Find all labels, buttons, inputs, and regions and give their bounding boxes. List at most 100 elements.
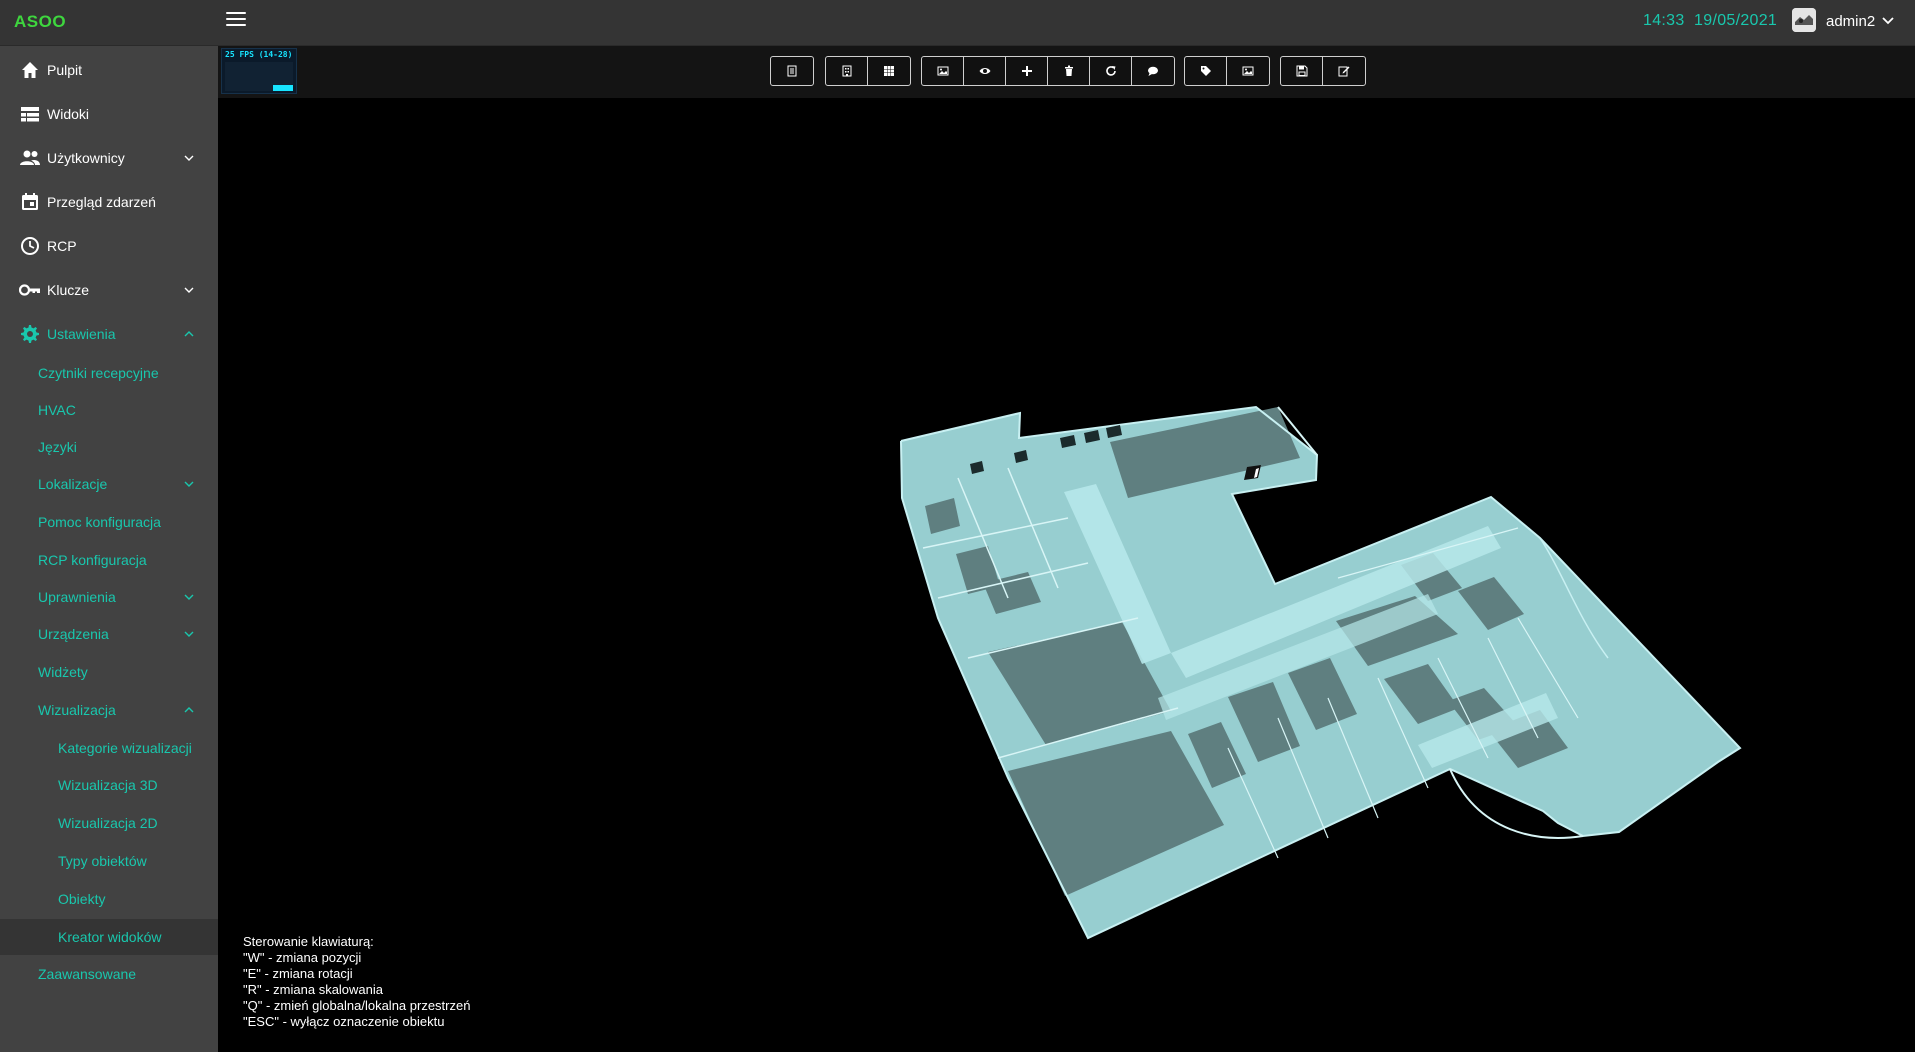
sidebar-subitem-pomoc-konfiguracja[interactable]: Pomoc konfiguracja (0, 504, 218, 540)
gear-icon (19, 323, 41, 345)
current-time: 14:33 (1643, 12, 1685, 29)
sidebar-subitem-wizualizacja-3d[interactable]: Wizualizacja 3D (0, 767, 218, 803)
sidebar-item-label: Użytkownicy (47, 150, 125, 166)
home-icon (19, 59, 41, 81)
chevron-up-icon[interactable] (182, 327, 196, 341)
calendar-icon (19, 191, 41, 213)
sidebar-subitem-label: Typy obiektów (58, 853, 147, 869)
edit-button[interactable] (1323, 57, 1365, 85)
sidebar-subitem-uprawnienia[interactable]: Uprawnienia (0, 579, 218, 615)
chevron-up-icon[interactable] (182, 703, 196, 717)
current-date: 19/05/2021 (1694, 12, 1778, 29)
sidebar-subitem-label: Kreator widoków (58, 929, 162, 945)
username-label[interactable]: admin2 (1826, 13, 1875, 30)
top-bar: ASOO 14:33 19/05/2021 admin2 (0, 0, 1915, 46)
sidebar-item-rcp[interactable]: RCP (0, 226, 218, 266)
sidebar-subitem-label: Czytniki recepcyjne (38, 365, 159, 381)
sidebar-subitem-widzety[interactable]: Widżety (0, 654, 218, 690)
add-button[interactable] (1006, 57, 1048, 85)
sidebar-subitem-rcp-konfiguracja[interactable]: RCP konfiguracja (0, 542, 218, 578)
building-icon (842, 65, 851, 77)
sidebar-subitem-wizualizacja[interactable]: Wizualizacja (0, 692, 218, 728)
sidebar-subitem-wizualizacja-2d[interactable]: Wizualizacja 2D (0, 805, 218, 841)
help-title: Sterowanie klawiaturą: (243, 934, 374, 949)
help-line: "R" - zmiana skalowania (243, 982, 384, 997)
sidebar-item-label: Przegląd zdarzeń (47, 194, 156, 210)
sidebar-subitem-label: Wizualizacja 2D (58, 815, 158, 831)
menu-toggle-icon[interactable] (226, 12, 246, 30)
image-icon (937, 66, 948, 76)
chevron-down-icon[interactable] (182, 283, 196, 297)
plus-icon (1021, 66, 1032, 76)
sidebar-subitem-kategorie-wizualizacji[interactable]: Kategorie wizualizacji (0, 730, 218, 766)
sidebar-item-widoki[interactable]: Widoki (0, 94, 218, 134)
tag-button[interactable] (1185, 57, 1227, 85)
sidebar-subitem-typy-obiektow[interactable]: Typy obiektów (0, 843, 218, 879)
view-editor-viewport[interactable]: 25 FPS (14-28) Sterowanie klawiaturą: "W… (218, 46, 1915, 1052)
comment-button[interactable] (1132, 57, 1174, 85)
sidebar-subitem-label: Widżety (38, 664, 88, 680)
picture-icon (1242, 66, 1254, 76)
picture-button[interactable] (1227, 57, 1269, 85)
sidebar-subitem-hvac[interactable]: HVAC (0, 392, 218, 428)
edit-icon (1338, 66, 1350, 77)
sidebar-subitem-label: Lokalizacje (38, 476, 108, 492)
chevron-down-icon[interactable] (182, 151, 196, 165)
toolbar-group-2 (825, 56, 911, 86)
trash-icon (1064, 65, 1073, 76)
help-line: "E" - zmiana rotacji (243, 966, 353, 981)
datetime-display: 14:33 19/05/2021 (1643, 12, 1777, 30)
sidebar-item-ustawienia[interactable]: Ustawienia (0, 314, 218, 354)
file-icon (787, 65, 797, 77)
help-line: "Q" - zmień globalna/lokalna przestrzeń (243, 998, 471, 1013)
save-button[interactable] (1281, 57, 1323, 85)
toolbar-group-1 (770, 56, 814, 86)
sidebar-item-pulpit[interactable]: Pulpit (0, 50, 218, 90)
comment-icon (1148, 66, 1158, 76)
image-button[interactable] (922, 57, 964, 85)
save-icon (1296, 65, 1307, 77)
sidebar-subitem-label: HVAC (38, 402, 76, 418)
sidebar-subitem-kreator-widokow[interactable]: Kreator widoków (0, 919, 218, 955)
sidebar-item-klucze[interactable]: Klucze (0, 270, 218, 310)
clock-icon (19, 235, 41, 257)
building-model-shape[interactable] (900, 405, 1742, 940)
sidebar-subitem-label: Zaawansowane (38, 966, 137, 982)
sidebar-subitem-jezyki[interactable]: Języki (0, 429, 218, 465)
sidebar: Pulpit Widoki Użytkownicy Przegląd zdarz… (0, 46, 218, 1052)
sidebar-subitem-obiekty[interactable]: Obiekty (0, 881, 218, 917)
refresh-button[interactable] (1090, 57, 1132, 85)
editor-toolbar: 25 FPS (14-28) (218, 46, 1915, 98)
chevron-down-icon[interactable] (182, 590, 196, 604)
building-3d-model[interactable] (218, 98, 1915, 1052)
users-icon (19, 147, 41, 169)
view-list-icon (19, 103, 41, 125)
sidebar-subitem-label: Urządzenia (38, 626, 109, 642)
sidebar-subitem-label: Kategorie wizualizacji (58, 740, 192, 756)
eye-icon (979, 68, 990, 74)
sidebar-subitem-urzadzenia[interactable]: Urządzenia (0, 616, 218, 652)
sidebar-item-przeglad-zdarzen[interactable]: Przegląd zdarzeń (0, 182, 218, 222)
sidebar-item-label: Pulpit (47, 62, 83, 78)
toolbar-group-4 (1184, 56, 1270, 86)
sidebar-subitem-czytniki[interactable]: Czytniki recepcyjne (0, 355, 218, 391)
grid-button[interactable] (868, 57, 910, 85)
avatar[interactable] (1792, 8, 1816, 32)
chevron-down-icon[interactable] (182, 477, 196, 491)
chevron-down-icon[interactable] (1880, 12, 1896, 28)
sidebar-item-uzytkownicy[interactable]: Użytkownicy (0, 138, 218, 178)
file-button[interactable] (771, 57, 813, 85)
grid-icon (884, 66, 894, 76)
fps-meter: 25 FPS (14-28) (221, 48, 297, 94)
help-line: "ESC" - wyłącz oznaczenie obiektu (243, 1014, 445, 1029)
sidebar-subitem-label: Uprawnienia (38, 589, 116, 605)
app-logo[interactable]: ASOO (14, 12, 66, 32)
refresh-icon (1105, 66, 1116, 76)
toolbar-group-3 (921, 56, 1175, 86)
chevron-down-icon[interactable] (182, 627, 196, 641)
sidebar-subitem-zaawansowane[interactable]: Zaawansowane (0, 956, 218, 992)
sidebar-subitem-lokalizacje[interactable]: Lokalizacje (0, 466, 218, 502)
building-button[interactable] (826, 57, 868, 85)
delete-button[interactable] (1048, 57, 1090, 85)
eye-button[interactable] (964, 57, 1006, 85)
